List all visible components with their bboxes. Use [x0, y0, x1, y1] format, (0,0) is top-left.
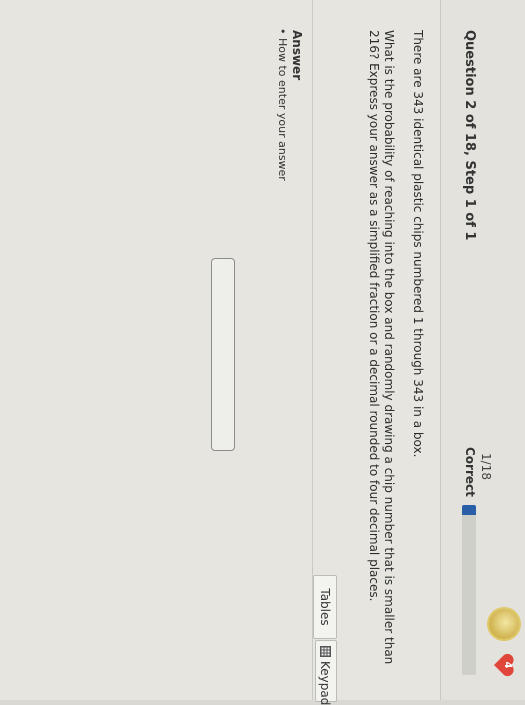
progress-fraction: 1/18 [479, 453, 493, 480]
question-title: Question 2 of 18, Step 1 of 1 [462, 30, 477, 241]
progress-fill [462, 505, 476, 516]
question-line-1: There are 343 identical plastic chips nu… [411, 30, 425, 458]
question-text: There are 343 identical plastic chips nu… [366, 30, 425, 670]
help-link-text[interactable]: How to enter your answer [276, 38, 289, 181]
lives-count: 4 [502, 661, 513, 669]
answer-label: Answer [290, 30, 304, 81]
answer-divider [312, 0, 313, 700]
achievement-coin-icon[interactable] [489, 609, 519, 639]
tables-button[interactable]: Tables [313, 575, 337, 639]
help-link[interactable]: • How to enter your answer [276, 28, 289, 181]
progress-status: Correct [463, 447, 477, 497]
question-line-2: What is the probability of reaching into… [367, 30, 396, 665]
keypad-button[interactable]: Keypad [315, 640, 337, 705]
progress-bar [462, 505, 476, 675]
rotated-screen: Question 2 of 18, Step 1 of 1 1/18 Corre… [0, 0, 525, 705]
answer-input[interactable] [211, 258, 235, 451]
keypad-label: Keypad [318, 661, 332, 705]
keypad-grid-icon [320, 646, 331, 657]
question-header: Question 2 of 18, Step 1 of 1 1/18 Corre… [440, 0, 525, 700]
